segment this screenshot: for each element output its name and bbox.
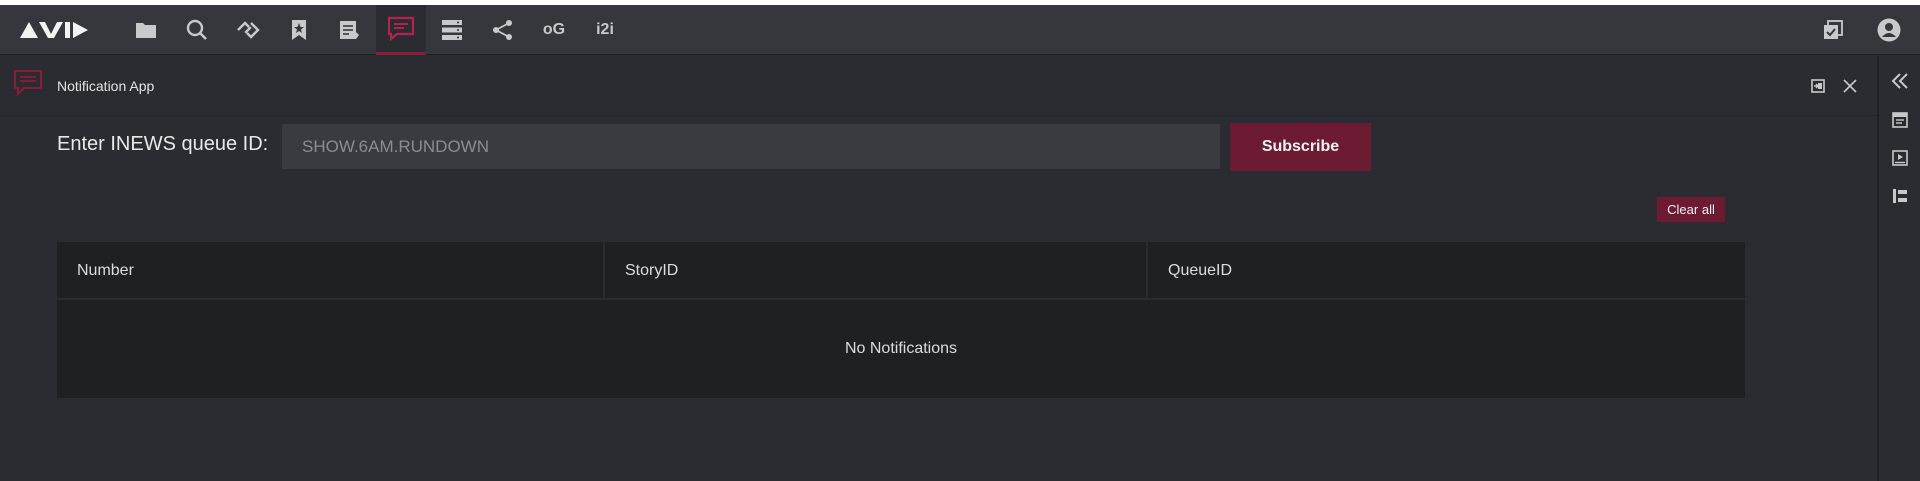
search-icon[interactable] xyxy=(172,5,222,55)
column-header-queueid[interactable]: QueueID xyxy=(1148,242,1745,300)
chat-icon[interactable] xyxy=(376,5,426,55)
subscribe-button[interactable]: Subscribe xyxy=(1230,123,1371,171)
user-avatar-icon[interactable] xyxy=(1869,5,1909,55)
avid-logo xyxy=(20,20,90,40)
top-toolbar: oG i2i xyxy=(0,5,1920,55)
og-text-icon[interactable]: oG xyxy=(529,5,579,55)
queue-id-label: Enter INEWS queue ID: xyxy=(57,133,269,155)
panel-layout-icon[interactable] xyxy=(1879,105,1920,135)
document-edit-icon[interactable] xyxy=(325,5,375,55)
i2i-text-icon[interactable]: i2i xyxy=(580,5,630,55)
close-icon[interactable] xyxy=(1840,76,1860,96)
collapse-chevrons-icon[interactable] xyxy=(1879,66,1920,96)
right-sidebar xyxy=(1877,56,1920,481)
tasks-icon[interactable] xyxy=(1813,5,1853,55)
table-header: Number StoryID QueueID xyxy=(57,242,1745,300)
rundown-list-icon[interactable] xyxy=(1879,181,1920,211)
server-icon[interactable] xyxy=(427,5,477,55)
app-header: Notification App xyxy=(0,56,1876,116)
queue-id-input[interactable] xyxy=(282,124,1220,169)
app-title: Notification App xyxy=(57,78,155,94)
column-header-number[interactable]: Number xyxy=(57,242,605,300)
empty-message: No Notifications xyxy=(57,300,1745,398)
popout-icon[interactable] xyxy=(1808,76,1828,96)
share-icon[interactable] xyxy=(478,5,528,55)
link-icon[interactable] xyxy=(223,5,273,55)
notifications-table: Number StoryID QueueID No Notifications xyxy=(57,242,1745,398)
column-header-storyid[interactable]: StoryID xyxy=(605,242,1148,300)
bookmark-star-icon[interactable] xyxy=(274,5,324,55)
clear-all-button[interactable]: Clear all xyxy=(1657,197,1725,222)
folder-icon[interactable] xyxy=(121,5,171,55)
media-player-icon[interactable] xyxy=(1879,143,1920,173)
notification-app-icon xyxy=(13,69,43,102)
